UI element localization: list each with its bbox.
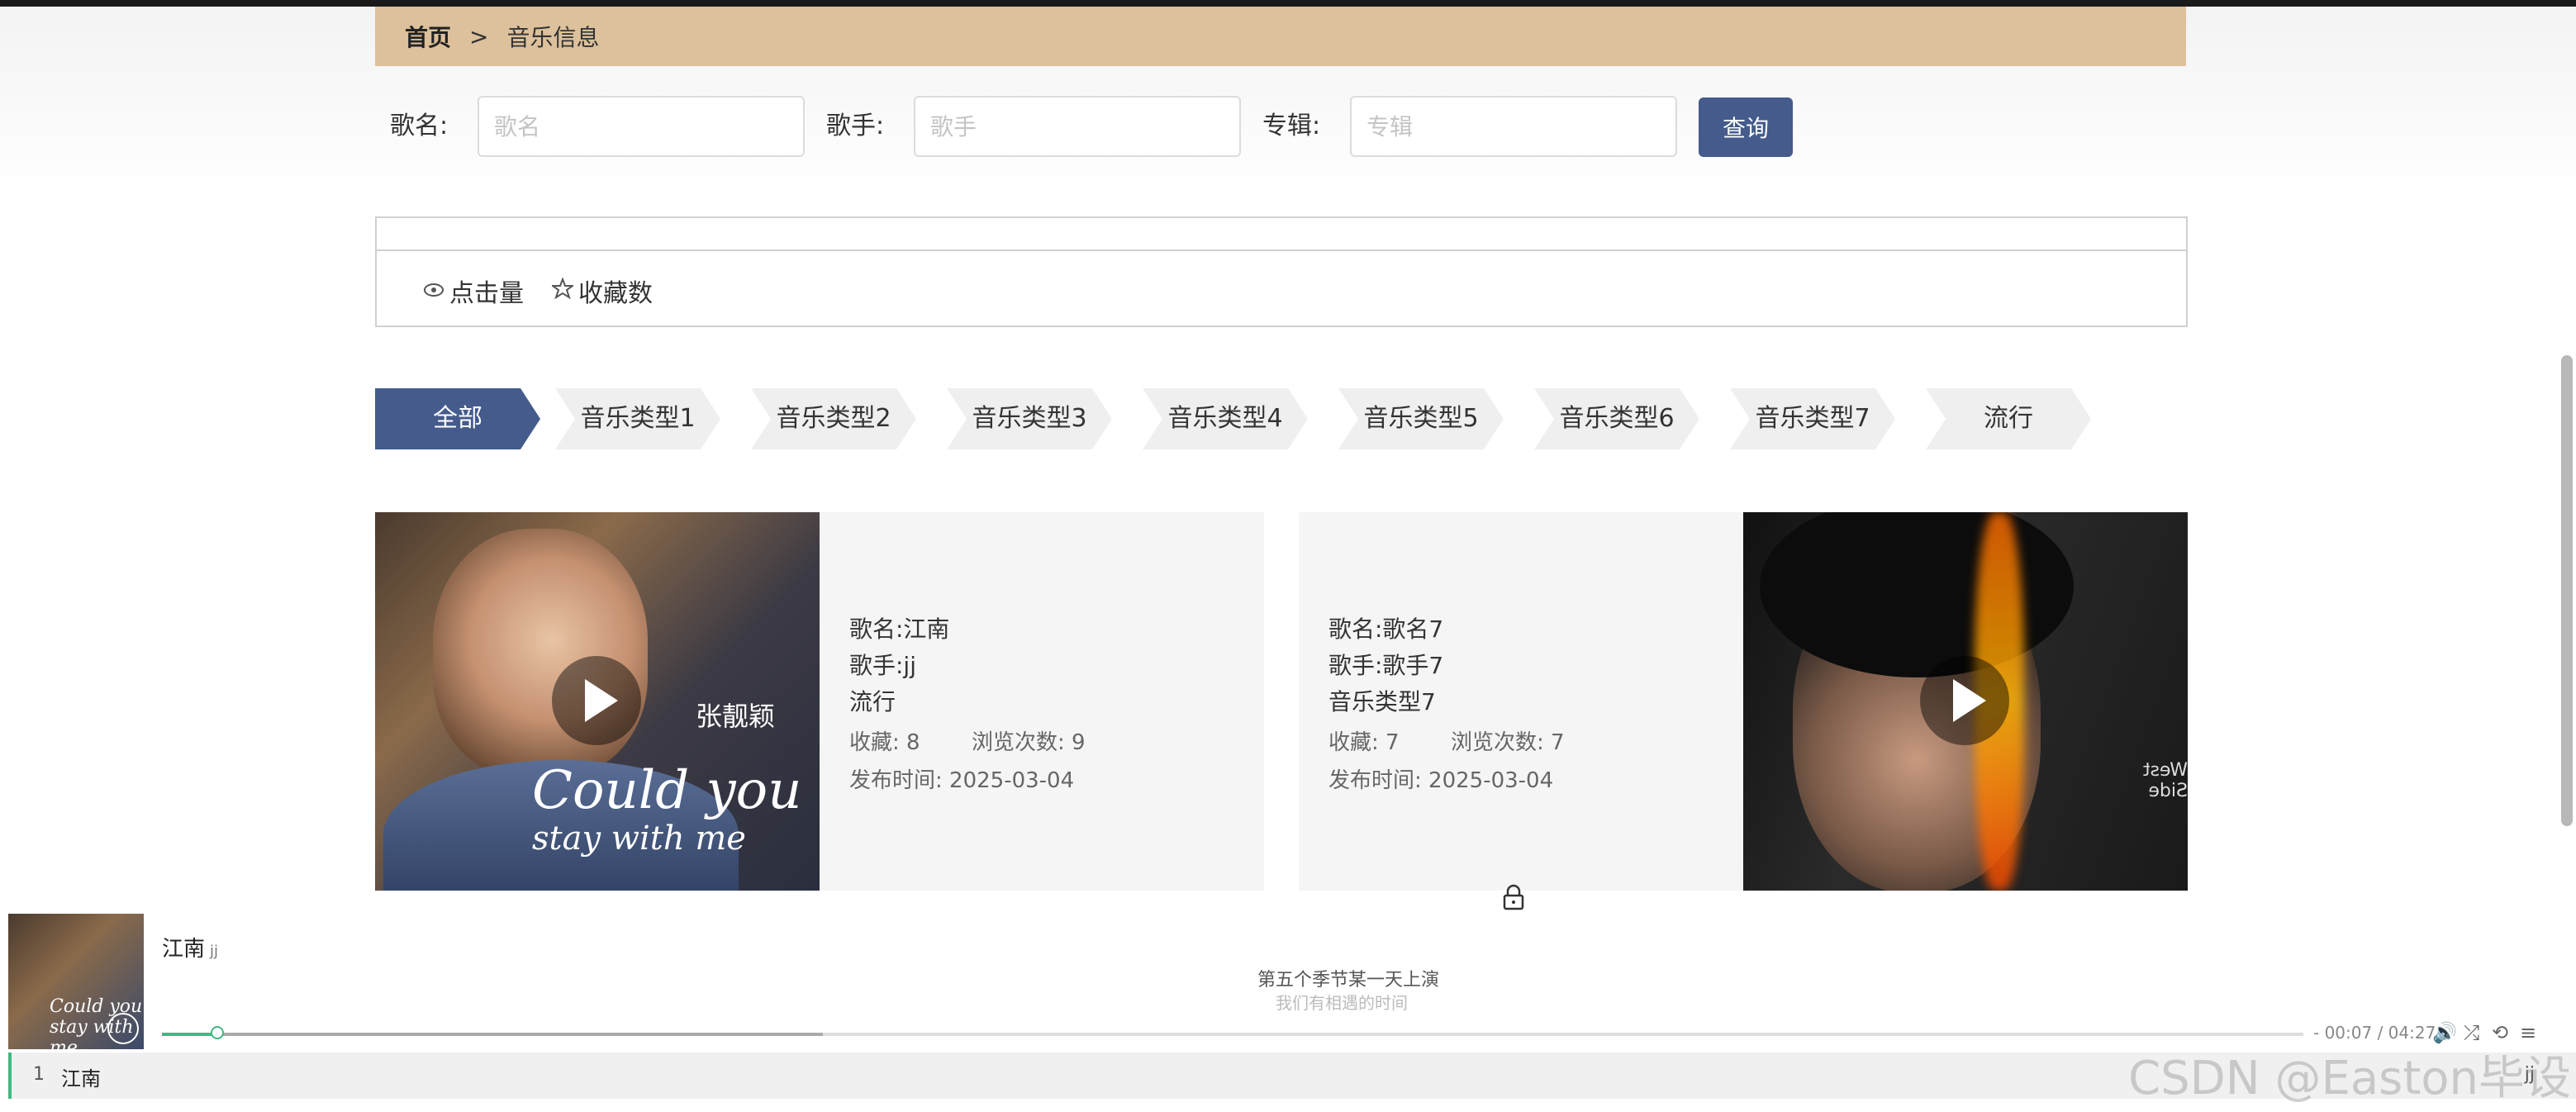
pause-icon[interactable] — [107, 1013, 139, 1044]
music-card[interactable]: 歌名:歌名7 歌手:歌手7 音乐类型7 收藏: 7 浏览次数: 7 发布时间: … — [1299, 512, 2188, 891]
publish-date: 发布时间: 2025-03-04 — [849, 768, 1075, 793]
progress-buffer — [162, 1033, 823, 1036]
playlist-index: 1 — [33, 1064, 45, 1085]
playlist-song-name: 江南 — [61, 1067, 101, 1091]
album-cover[interactable]: 张靓颖 Could you stay with me — [375, 512, 820, 891]
page-scrollbar[interactable] — [2561, 355, 2573, 826]
category-tab[interactable]: 流行 — [1926, 388, 2091, 449]
eye-icon — [423, 278, 444, 303]
star-icon — [549, 276, 576, 305]
song-name: 歌名:江南 — [849, 615, 950, 643]
category-tab[interactable]: 音乐类型3 — [947, 388, 1112, 449]
singer: 歌手:歌手7 — [1328, 652, 1444, 679]
sort-clicks-label: 点击量 — [449, 279, 524, 308]
sort-by-favorites[interactable]: 收藏数 — [549, 273, 653, 309]
song-name-label: 歌名: — [390, 112, 449, 140]
singer-input[interactable] — [914, 96, 1241, 157]
views-count: 浏览次数: 7 — [1451, 730, 1565, 755]
player-time: - 00:07 / 04:27 — [2313, 1023, 2436, 1043]
player-cover[interactable]: Could you stay with me — [8, 914, 144, 1049]
player-song-title: 江南 jj — [162, 932, 218, 962]
progress-played — [162, 1033, 217, 1036]
favorites-count: 收藏: 8 — [849, 730, 920, 755]
breadcrumb-separator: > — [469, 22, 489, 50]
top-border — [0, 0, 2576, 7]
play-icon[interactable] — [552, 656, 641, 745]
music-info: 歌名:歌名7 歌手:歌手7 音乐类型7 收藏: 7 浏览次数: 7 发布时间: … — [1299, 512, 1743, 891]
cover-artist-text: 张靓颖 — [696, 701, 776, 732]
favorites-count: 收藏: 7 — [1328, 730, 1400, 755]
publish-date: 发布时间: 2025-03-04 — [1328, 768, 1554, 793]
views-count: 浏览次数: 9 — [972, 730, 1086, 755]
lyric-next: 我们有相遇的时间 — [1276, 993, 1408, 1013]
category-tab[interactable]: 音乐类型4 — [1143, 388, 1308, 449]
search-form: 歌名: 歌手: 专辑: 查询 — [375, 96, 2193, 157]
music-info: 歌名:江南 歌手:jj 流行 收藏: 8 浏览次数: 9 发布时间: 2025-… — [820, 512, 1264, 891]
cover-title-text: Could you — [532, 760, 802, 821]
album-cover[interactable]: West Side — [1743, 512, 2188, 891]
album-label: 专辑: — [1262, 112, 1321, 140]
song-name: 歌名:歌名7 — [1328, 615, 1444, 643]
player-artist: jj — [210, 943, 219, 960]
progress-handle[interactable] — [211, 1026, 224, 1039]
breadcrumb-home-link[interactable]: 首页 — [405, 20, 451, 53]
music-type: 流行 — [849, 688, 896, 715]
divider — [377, 249, 2186, 251]
album-input[interactable] — [1350, 96, 1677, 157]
player-song-name: 江南 — [162, 937, 206, 962]
singer-label: 歌手: — [826, 112, 885, 140]
category-tab[interactable]: 音乐类型2 — [751, 388, 916, 449]
category-tab[interactable]: 音乐类型7 — [1730, 388, 1895, 449]
music-type: 音乐类型7 — [1328, 688, 1436, 715]
category-tab-all[interactable]: 全部 — [375, 388, 540, 449]
category-tab[interactable]: 音乐类型5 — [1338, 388, 1504, 449]
query-button[interactable]: 查询 — [1699, 97, 1793, 157]
play-icon[interactable] — [1920, 656, 2009, 745]
cover-side-text: West Side — [2142, 760, 2188, 801]
singer: 歌手:jj — [849, 652, 916, 679]
breadcrumb-current: 音乐信息 — [506, 24, 600, 51]
watermark: CSDN @Easton毕设 — [2128, 1052, 2572, 1105]
category-tab[interactable]: 音乐类型1 — [555, 388, 720, 449]
song-name-input[interactable] — [478, 96, 805, 157]
sort-by-clicks[interactable]: 点击量 — [423, 273, 524, 309]
lyric-current: 第五个季节某一天上演 — [1257, 970, 1440, 991]
breadcrumb: 首页 > 音乐信息 — [375, 7, 2186, 66]
sort-bar: 点击量 收藏数 — [375, 216, 2188, 327]
music-card[interactable]: 张靓颖 Could you stay with me 歌名:江南 歌手:jj 流… — [375, 512, 1264, 891]
sort-favorites-label: 收藏数 — [578, 279, 653, 308]
cover-subtitle-text: stay with me — [532, 820, 746, 858]
category-tab[interactable]: 音乐类型6 — [1534, 388, 1699, 449]
